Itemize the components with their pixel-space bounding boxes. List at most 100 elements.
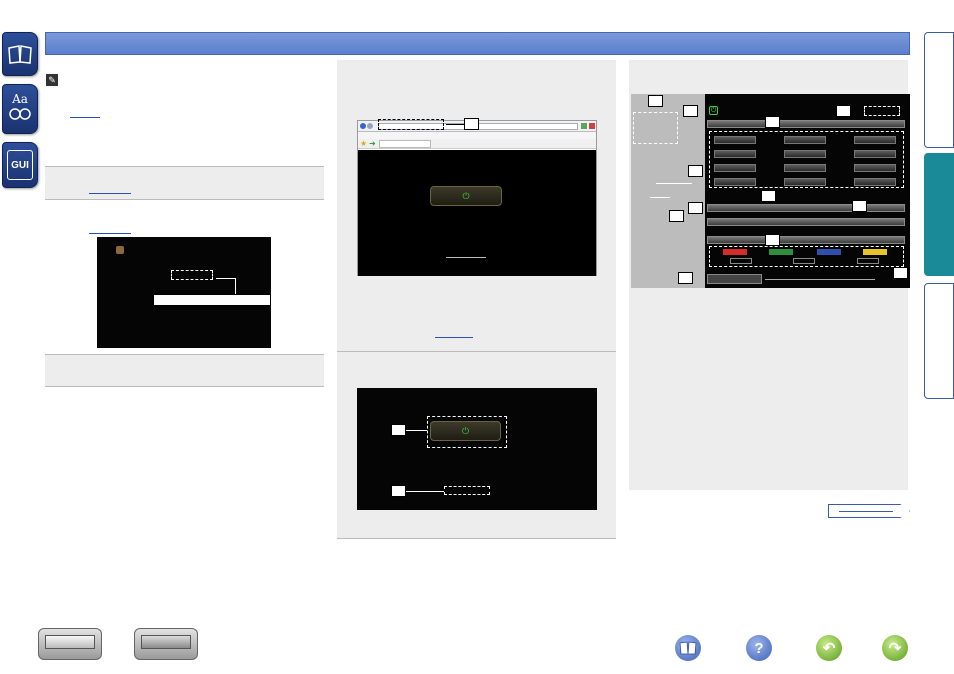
- ip-address-highlight: [171, 270, 213, 280]
- callout-10: [765, 234, 780, 246]
- status-highlight: [864, 106, 900, 116]
- callout-1: [648, 95, 663, 107]
- power-screen: ⏻: [357, 388, 597, 510]
- link-highlight: [444, 486, 490, 495]
- network-info-screen: [97, 237, 271, 348]
- option-button[interactable]: [730, 258, 752, 264]
- zone-bar: [707, 120, 905, 128]
- surround-bar: [707, 204, 905, 212]
- callout-arrow: [656, 183, 692, 184]
- left-zone-highlight: [633, 112, 678, 144]
- callout-9: [669, 210, 684, 222]
- callout-11: [893, 267, 908, 279]
- callout-12: [678, 272, 693, 284]
- index-tab-top[interactable]: [924, 32, 954, 148]
- divider: [45, 199, 324, 200]
- glossary-tab[interactable]: Aa: [2, 84, 38, 134]
- power-button[interactable]: ⏻: [430, 186, 502, 206]
- source-button[interactable]: [714, 150, 756, 158]
- volume-bar: [707, 236, 905, 244]
- divider: [45, 386, 324, 387]
- url-callout-arrow: [446, 124, 464, 125]
- source-button[interactable]: [784, 136, 826, 144]
- ip-address-label-box: [153, 294, 271, 306]
- callout-2: [683, 105, 698, 117]
- progress-line: [765, 279, 875, 280]
- glossary-tab-label: Aa: [12, 91, 28, 106]
- playback-bar: [707, 274, 762, 284]
- callout-arrow-down: [235, 278, 236, 294]
- tab-page-icon[interactable]: [379, 140, 431, 148]
- stop-icon[interactable]: [589, 123, 595, 129]
- pencil-icon: ✎: [46, 74, 58, 86]
- reference-link-3[interactable]: [89, 233, 131, 234]
- callout-arrow: [406, 430, 427, 431]
- callout-a: [391, 424, 406, 436]
- refresh-icon[interactable]: [581, 123, 587, 129]
- back-icon[interactable]: [360, 123, 366, 129]
- receiver-rear-icon[interactable]: [134, 628, 198, 660]
- book-icon: [679, 641, 697, 655]
- divider: [337, 538, 616, 539]
- red-button[interactable]: [723, 249, 747, 255]
- power-button-2[interactable]: ⏻: [430, 421, 501, 441]
- callout-6: [761, 190, 776, 202]
- source-button[interactable]: [784, 178, 826, 186]
- glossary-icon: [9, 108, 31, 120]
- callout-8: [852, 200, 867, 212]
- green-button[interactable]: [769, 249, 793, 255]
- callout-arrow: [650, 197, 670, 198]
- url-callout: [464, 118, 479, 130]
- forward-icon[interactable]: [367, 123, 373, 129]
- option-button[interactable]: [857, 258, 879, 264]
- source-button[interactable]: [854, 136, 896, 144]
- power-icon[interactable]: ⏻: [709, 106, 718, 115]
- back-icon[interactable]: ↶: [816, 635, 842, 661]
- browser-content: ⏻: [358, 150, 596, 276]
- source-button[interactable]: [854, 164, 896, 172]
- source-button[interactable]: [854, 178, 896, 186]
- reference-link-4[interactable]: [435, 337, 473, 338]
- contents-book-icon[interactable]: [675, 635, 701, 661]
- continue-button[interactable]: [828, 504, 910, 518]
- network-icon: [116, 246, 124, 254]
- callout-4: [765, 116, 780, 128]
- source-button[interactable]: [784, 150, 826, 158]
- blue-button[interactable]: [817, 249, 841, 255]
- callout-5: [688, 165, 703, 177]
- callout-arrow: [216, 278, 236, 279]
- option-button[interactable]: [793, 258, 815, 264]
- step-panel-2: [45, 355, 324, 386]
- step-panel-1: [45, 167, 324, 199]
- add-favorite-icon[interactable]: ➜: [369, 139, 376, 148]
- section-header-bar: [45, 32, 910, 55]
- gui-tab-label: GUI: [7, 150, 33, 180]
- browser-favorites-bar: ★ ➜: [358, 139, 596, 149]
- callout-b: [391, 485, 406, 497]
- index-tab-active[interactable]: [924, 153, 954, 276]
- source-button[interactable]: [714, 164, 756, 172]
- browser-menubar: [358, 132, 596, 139]
- reference-link-2[interactable]: [89, 193, 131, 194]
- browser-window: ★ ➜ ⏻: [357, 120, 597, 276]
- source-button[interactable]: [714, 178, 756, 186]
- main-zone-ui: ⏻: [705, 94, 910, 288]
- mode-bar: [707, 218, 905, 226]
- source-button[interactable]: [784, 164, 826, 172]
- source-button[interactable]: [854, 150, 896, 158]
- favorites-star-icon[interactable]: ★: [360, 139, 367, 148]
- book-icon-tab[interactable]: [2, 32, 38, 76]
- page-link-underline: [446, 257, 486, 258]
- callout-7: [688, 202, 703, 214]
- receiver-front-icon[interactable]: [38, 628, 102, 660]
- callout-arrow: [406, 491, 444, 492]
- yellow-button[interactable]: [863, 249, 887, 255]
- book-icon: [8, 45, 32, 64]
- gui-tab[interactable]: GUI: [2, 142, 38, 188]
- question-icon[interactable]: ?: [746, 635, 772, 661]
- reference-link-1[interactable]: [70, 117, 100, 118]
- index-tab-bottom[interactable]: [924, 283, 954, 399]
- source-button[interactable]: [714, 136, 756, 144]
- forward-icon[interactable]: ↷: [882, 635, 908, 661]
- callout-3: [836, 105, 851, 117]
